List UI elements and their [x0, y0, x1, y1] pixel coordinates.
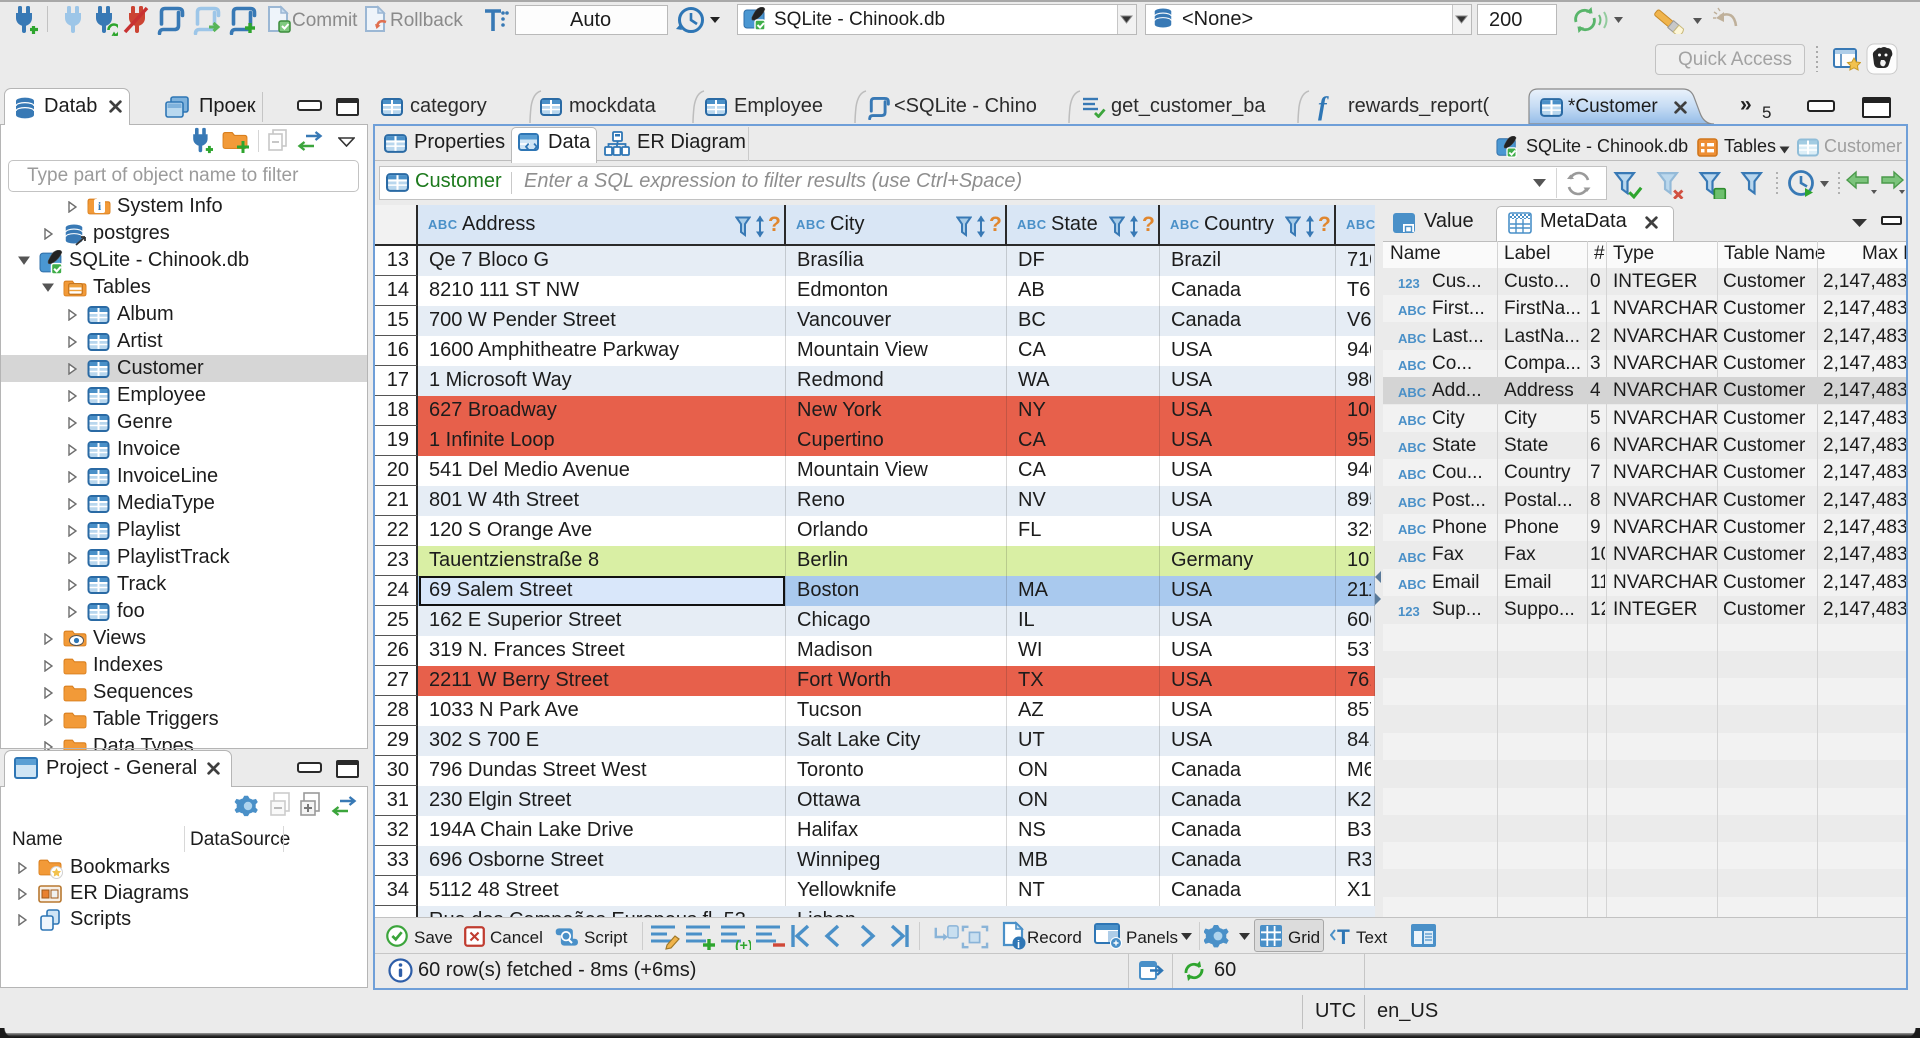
svg-text:i: i — [1017, 939, 1020, 950]
svg-text:(+): (+) — [735, 937, 751, 950]
svg-text:T: T — [1337, 926, 1350, 949]
